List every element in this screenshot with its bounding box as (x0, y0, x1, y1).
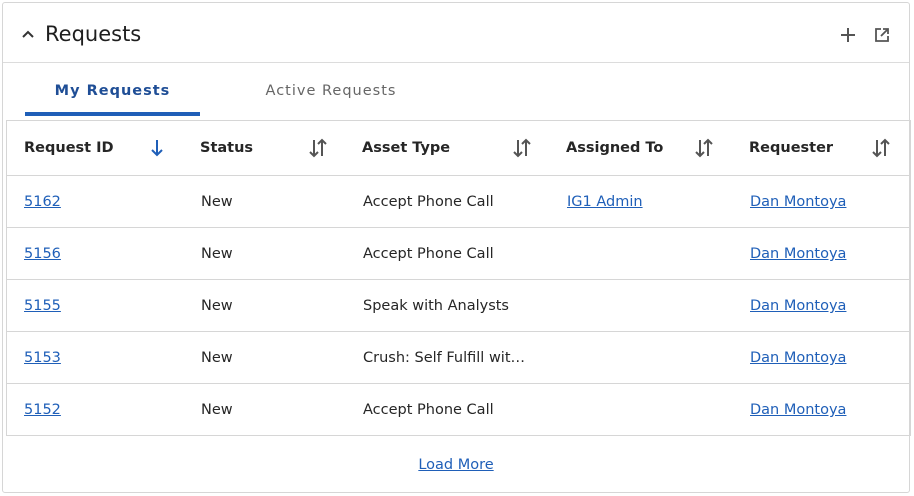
sort-icon[interactable] (307, 137, 329, 159)
tab-bar: My Requests Active Requests (3, 63, 909, 118)
table-row: 5155 New Speak with Analysts Dan Montoya (7, 280, 910, 332)
chevron-up-icon[interactable] (21, 29, 35, 39)
assigned-to-link[interactable]: IG1 Admin (567, 176, 643, 228)
requester-link[interactable]: Dan Montoya (750, 176, 846, 228)
card-footer: Load More (3, 435, 909, 493)
external-link-icon[interactable] (873, 26, 891, 44)
status-cell: New (201, 350, 233, 366)
table-header: Request ID Status Asset Type Assigned To (7, 121, 910, 176)
load-more-link[interactable]: Load More (3, 435, 909, 495)
status-cell: New (201, 402, 233, 418)
requests-table: Request ID Status Asset Type Assigned To (6, 120, 911, 436)
active-tab-indicator (25, 112, 200, 116)
request-id-link[interactable]: 5155 (24, 280, 61, 332)
sort-icon[interactable] (693, 137, 715, 159)
requester-link[interactable]: Dan Montoya (750, 228, 846, 280)
column-header-asset-type[interactable]: Asset Type (362, 121, 450, 176)
sort-icon[interactable] (870, 137, 892, 159)
request-id-link[interactable]: 5152 (24, 384, 61, 436)
requester-link[interactable]: Dan Montoya (750, 280, 846, 332)
asset-type-cell: Accept Phone Call (363, 246, 494, 262)
column-header-status[interactable]: Status (200, 121, 253, 176)
sort-descending-icon[interactable] (146, 137, 168, 159)
asset-type-cell: Accept Phone Call (363, 402, 494, 418)
table-row: 5156 New Accept Phone Call Dan Montoya (7, 228, 910, 280)
request-id-link[interactable]: 5153 (24, 332, 61, 384)
status-cell: New (201, 246, 233, 262)
table-row: 5153 New Crush: Self Fulfill wit… Dan Mo… (7, 332, 910, 384)
column-header-request-id[interactable]: Request ID (24, 121, 114, 176)
asset-type-cell: Speak with Analysts (363, 298, 509, 314)
request-id-link[interactable]: 5162 (24, 176, 61, 228)
table-row: 5162 New Accept Phone Call IG1 Admin Dan… (7, 176, 910, 228)
requester-link[interactable]: Dan Montoya (750, 332, 846, 384)
card-header: Requests (3, 3, 909, 63)
asset-type-cell: Accept Phone Call (363, 194, 494, 210)
tab-my-requests[interactable]: My Requests (25, 63, 200, 118)
tab-active-requests[interactable]: Active Requests (241, 63, 421, 118)
column-header-assigned-to[interactable]: Assigned To (566, 121, 663, 176)
request-id-link[interactable]: 5156 (24, 228, 61, 280)
column-header-requester[interactable]: Requester (749, 121, 833, 176)
card-title: Requests (45, 22, 142, 46)
status-cell: New (201, 298, 233, 314)
asset-type-cell: Crush: Self Fulfill wit… (363, 350, 526, 366)
table-row: 5152 New Accept Phone Call Dan Montoya (7, 384, 910, 436)
requests-card: Requests My Requests Active Requests Req… (2, 2, 911, 493)
sort-icon[interactable] (511, 137, 533, 159)
plus-icon[interactable] (839, 26, 857, 44)
requester-link[interactable]: Dan Montoya (750, 384, 846, 436)
status-cell: New (201, 194, 233, 210)
